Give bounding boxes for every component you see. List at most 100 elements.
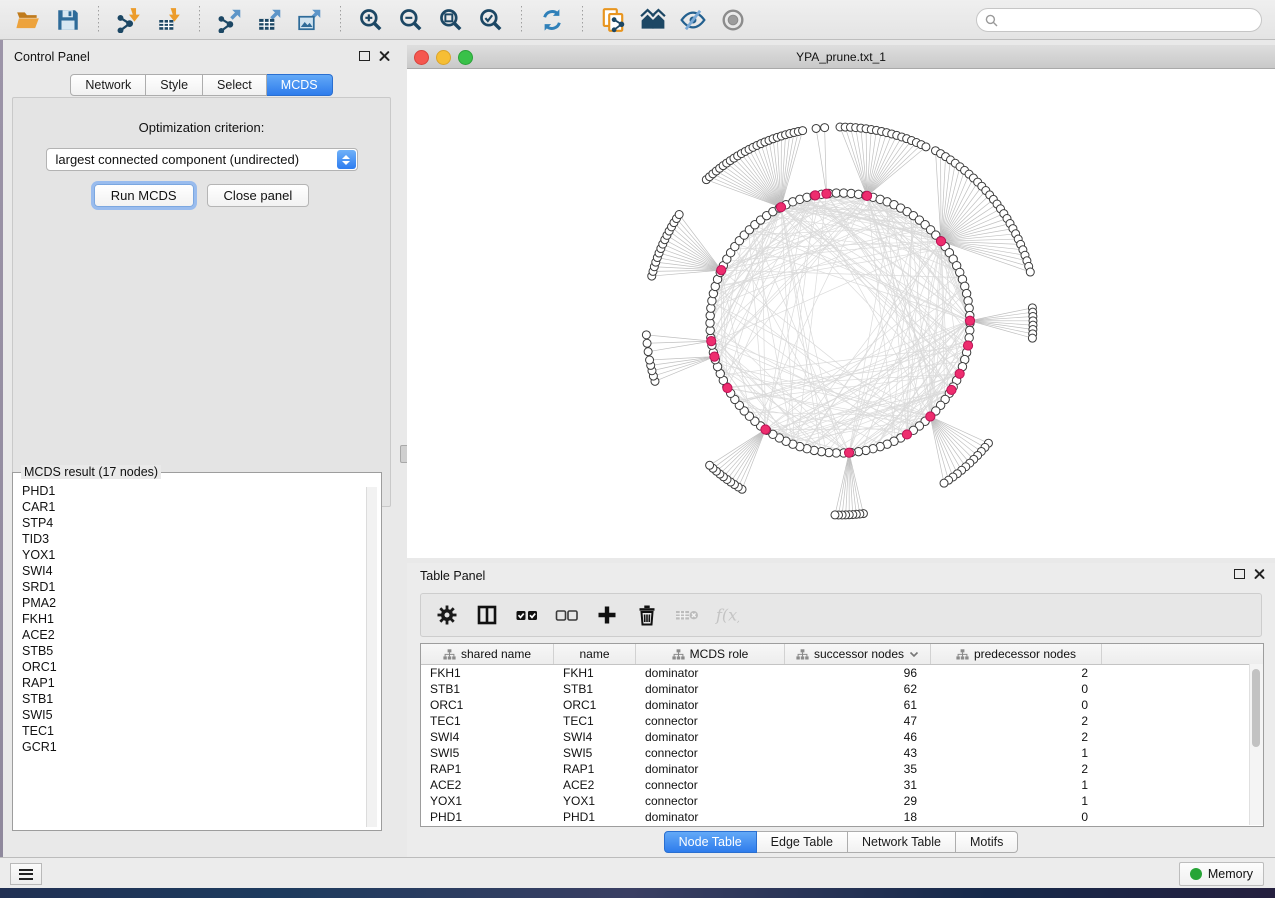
column-header-shared-name[interactable]: shared name bbox=[421, 644, 554, 664]
toggle-panels-button[interactable] bbox=[469, 597, 505, 633]
mcds-result-item[interactable]: ORC1 bbox=[22, 659, 378, 675]
mcds-result-item[interactable]: STP4 bbox=[22, 515, 378, 531]
mcds-result-item[interactable]: PHD1 bbox=[22, 483, 378, 499]
column-header-name[interactable]: name bbox=[554, 644, 636, 664]
control-panel-float-icon[interactable] bbox=[359, 51, 370, 61]
graph-hub-node[interactable] bbox=[936, 237, 945, 246]
tab-mcds[interactable]: MCDS bbox=[267, 74, 333, 96]
hide-selected-button[interactable] bbox=[673, 2, 713, 38]
graph-node[interactable] bbox=[646, 356, 654, 364]
mcds-result-item[interactable]: GCR1 bbox=[22, 739, 378, 755]
mcds-result-item[interactable]: PMA2 bbox=[22, 595, 378, 611]
run-mcds-button[interactable]: Run MCDS bbox=[94, 184, 194, 207]
graph-hub-node[interactable] bbox=[822, 189, 831, 198]
graph-node[interactable] bbox=[799, 127, 807, 135]
new-network-from-selection-button[interactable] bbox=[593, 2, 633, 38]
tab-motifs[interactable]: Motifs bbox=[956, 831, 1018, 853]
graph-hub-node[interactable] bbox=[844, 448, 853, 457]
tab-select[interactable]: Select bbox=[203, 74, 267, 96]
graph-hub-node[interactable] bbox=[710, 352, 719, 361]
import-network-from-file-button[interactable] bbox=[109, 2, 149, 38]
graph-hub-node[interactable] bbox=[965, 316, 974, 325]
graph-node[interactable] bbox=[821, 124, 829, 132]
task-history-button[interactable] bbox=[10, 863, 42, 885]
table-row[interactable]: STB1STB1dominator620 bbox=[421, 681, 1263, 697]
network-canvas[interactable] bbox=[407, 68, 1275, 558]
export-image-button[interactable] bbox=[290, 2, 330, 38]
column-header-successor-nodes[interactable]: successor nodes bbox=[785, 644, 931, 664]
graph-node[interactable] bbox=[922, 143, 930, 151]
mcds-result-item[interactable]: SRD1 bbox=[22, 579, 378, 595]
graph-hub-node[interactable] bbox=[811, 191, 820, 200]
refresh-network-view-button[interactable] bbox=[532, 2, 572, 38]
tab-network-table[interactable]: Network Table bbox=[848, 831, 956, 853]
table-row[interactable]: PHD1PHD1dominator180 bbox=[421, 809, 1263, 825]
deselect-all-rows-button[interactable] bbox=[549, 597, 585, 633]
table-row[interactable]: SWI5SWI5connector431 bbox=[421, 745, 1263, 761]
graph-node[interactable] bbox=[675, 211, 683, 219]
first-neighbors-of-selected-button[interactable] bbox=[633, 2, 673, 38]
graph-hub-node[interactable] bbox=[776, 203, 785, 212]
table-scrollbar-thumb[interactable] bbox=[1252, 669, 1260, 747]
graph-node[interactable] bbox=[706, 461, 714, 469]
mcds-result-item[interactable]: SWI5 bbox=[22, 707, 378, 723]
mcds-result-item[interactable]: TEC1 bbox=[22, 723, 378, 739]
graph-node[interactable] bbox=[831, 511, 839, 519]
export-table-button[interactable] bbox=[250, 2, 290, 38]
table-row[interactable]: FKH1FKH1dominator962 bbox=[421, 665, 1263, 681]
table-row[interactable]: TEC1TEC1connector472 bbox=[421, 713, 1263, 729]
graph-node[interactable] bbox=[642, 331, 650, 339]
graph-hub-node[interactable] bbox=[717, 266, 726, 275]
save-session-button[interactable] bbox=[48, 2, 88, 38]
mcds-result-scrollbar[interactable] bbox=[366, 487, 377, 827]
search-box[interactable] bbox=[976, 8, 1262, 32]
graph-hub-node[interactable] bbox=[902, 430, 911, 439]
select-all-rows-button[interactable] bbox=[509, 597, 545, 633]
show-all-button[interactable] bbox=[713, 2, 753, 38]
delete-table-button[interactable] bbox=[669, 597, 705, 633]
table-panel-float-icon[interactable] bbox=[1234, 569, 1245, 579]
mcds-result-item[interactable]: STB1 bbox=[22, 691, 378, 707]
zoom-out-button[interactable] bbox=[391, 2, 431, 38]
graph-node[interactable] bbox=[643, 339, 651, 347]
mcds-result-item[interactable]: ACE2 bbox=[22, 627, 378, 643]
table-row[interactable]: ACE2ACE2connector311 bbox=[421, 777, 1263, 793]
mcds-result-item[interactable]: STB5 bbox=[22, 643, 378, 659]
tab-node-table[interactable]: Node Table bbox=[664, 831, 757, 853]
table-panel-close-icon[interactable] bbox=[1254, 568, 1265, 579]
graph-hub-node[interactable] bbox=[723, 383, 732, 392]
table-row[interactable]: YOX1YOX1connector291 bbox=[421, 793, 1263, 809]
window-minimize-icon[interactable] bbox=[436, 50, 451, 65]
graph-hub-node[interactable] bbox=[963, 341, 972, 350]
memory-button[interactable]: Memory bbox=[1179, 862, 1264, 886]
graph-hub-node[interactable] bbox=[707, 336, 716, 345]
mcds-result-item[interactable]: FKH1 bbox=[22, 611, 378, 627]
close-panel-button[interactable]: Close panel bbox=[207, 184, 310, 207]
mcds-result-item[interactable]: TID3 bbox=[22, 531, 378, 547]
vertical-splitter[interactable] bbox=[400, 45, 407, 845]
mcds-result-item[interactable]: RAP1 bbox=[22, 675, 378, 691]
add-column-button[interactable] bbox=[589, 597, 625, 633]
optimization-criterion-select[interactable]: largest connected component (undirected) bbox=[46, 148, 358, 171]
table-scrollbar[interactable] bbox=[1249, 664, 1263, 825]
graph-node[interactable] bbox=[644, 348, 652, 356]
graph-hub-node[interactable] bbox=[862, 191, 871, 200]
tab-style[interactable]: Style bbox=[146, 74, 203, 96]
graph-hub-node[interactable] bbox=[955, 369, 964, 378]
table-options-gear-button[interactable] bbox=[429, 597, 465, 633]
graph-hub-node[interactable] bbox=[761, 425, 770, 434]
tab-network[interactable]: Network bbox=[70, 74, 146, 96]
graph-node[interactable] bbox=[1028, 334, 1036, 342]
table-row[interactable]: ORC1ORC1dominator610 bbox=[421, 697, 1263, 713]
open-file-button[interactable] bbox=[8, 2, 48, 38]
table-row[interactable]: SWI4SWI4dominator462 bbox=[421, 729, 1263, 745]
table-row[interactable]: RAP1RAP1dominator352 bbox=[421, 761, 1263, 777]
mcds-result-item[interactable]: YOX1 bbox=[22, 547, 378, 563]
import-table-from-file-button[interactable] bbox=[149, 2, 189, 38]
zoom-in-button[interactable] bbox=[351, 2, 391, 38]
control-panel-close-icon[interactable] bbox=[379, 50, 390, 61]
graph-node[interactable] bbox=[1026, 268, 1034, 276]
mcds-result-item[interactable]: SWI4 bbox=[22, 563, 378, 579]
graph-node[interactable] bbox=[940, 479, 948, 487]
delete-columns-button[interactable] bbox=[629, 597, 665, 633]
